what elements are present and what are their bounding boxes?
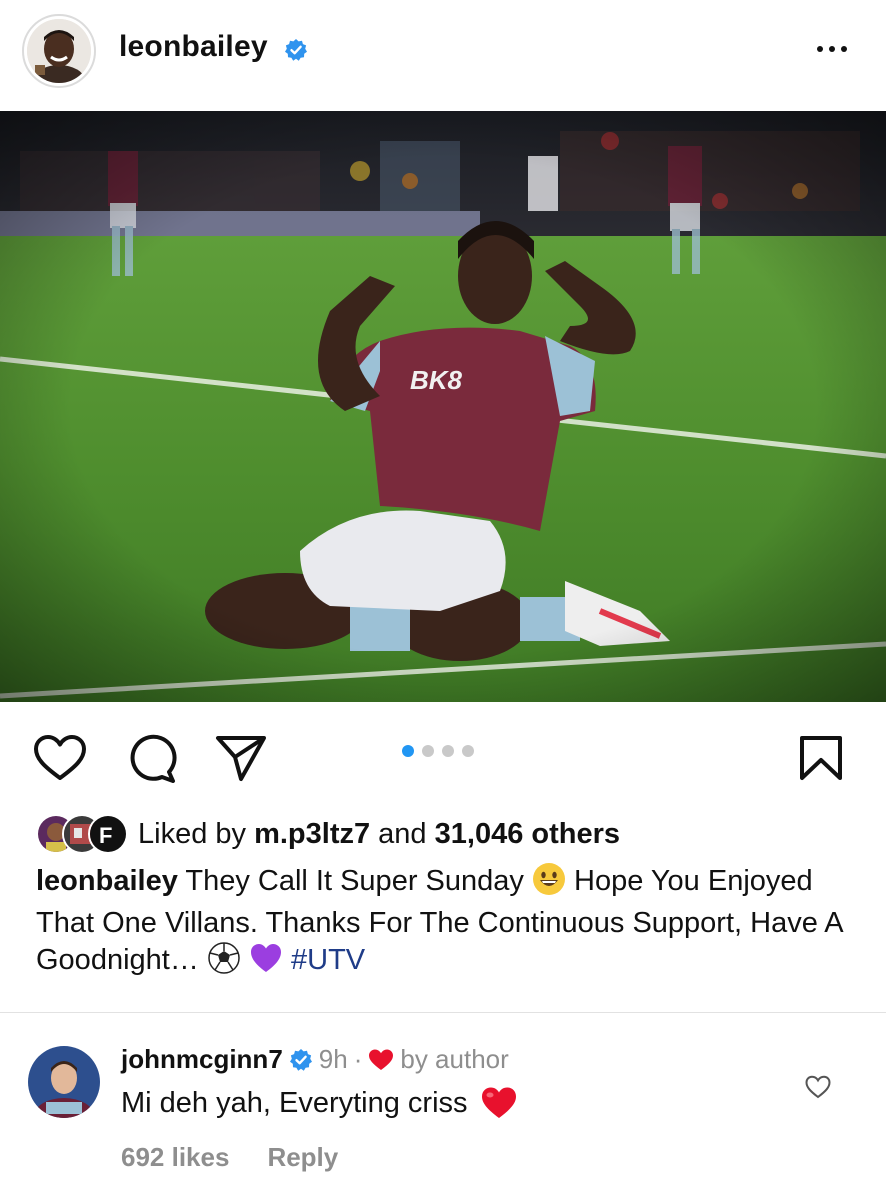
post-caption: leonbailey They Call It Super Sunday Hop… [36,862,856,984]
comment-time: 9h [318,1044,348,1074]
comment-bubble-icon[interactable] [124,734,178,784]
liker-avatar: F [88,814,128,854]
likes-summary[interactable]: F Liked by m.p3ltz7 and 31,046 others [36,812,620,856]
verified-badge-icon [285,39,307,61]
purple-heart-emoji-icon [249,941,283,984]
profile-avatar[interactable] [22,14,96,88]
caption-hashtag[interactable]: #UTV [291,944,365,976]
post-header: leonbailey [0,0,886,110]
more-options-icon[interactable] [817,46,847,52]
avatar-image [27,19,91,83]
grinning-face-emoji-icon [532,862,566,905]
comment-separator: · [353,1044,363,1074]
comment-header: johnmcginn7 9h · by author [121,1044,509,1075]
verified-badge-icon [289,1048,312,1071]
comment-username[interactable]: johnmcginn7 [121,1044,283,1075]
likes-others[interactable]: 31,046 others [435,818,620,850]
carousel-indicator [402,745,474,757]
post-photo[interactable]: BK8 [0,111,886,702]
comment-footer: 692 likes Reply [121,1142,338,1173]
bookmark-icon[interactable] [798,734,844,782]
post-username[interactable]: leonbailey [119,30,268,64]
comment-body: Mi deh yah, Everyting criss [121,1086,468,1119]
reply-button[interactable]: Reply [267,1142,338,1173]
comment-likes[interactable]: 692 likes [121,1142,229,1173]
comment-text: Mi deh yah, Everyting criss [121,1086,518,1120]
comment-like-heart-icon[interactable] [805,1074,831,1100]
svg-text:F: F [99,823,112,848]
likes-text: Liked by m.p3ltz7 and 31,046 others [138,817,621,850]
commenter-avatar[interactable] [28,1046,100,1118]
carousel-dot-4[interactable] [462,745,474,757]
red-heart-emoji-icon [481,1087,516,1118]
caption-text-1: They Call It Super Sunday [185,865,524,897]
caption-username[interactable]: leonbailey [36,865,178,897]
soccer-ball-emoji-icon [207,941,241,984]
liked-by-author-label: by author [400,1044,509,1074]
author-liked-heart-icon [369,1049,394,1070]
paper-plane-icon[interactable] [214,734,268,782]
carousel-dot-3[interactable] [442,745,454,757]
liked-by-user[interactable]: m.p3ltz7 [254,818,370,850]
section-divider [0,1012,886,1013]
carousel-dot-1[interactable] [402,745,414,757]
heart-outline-icon[interactable] [33,734,87,782]
carousel-dot-2[interactable] [422,745,434,757]
